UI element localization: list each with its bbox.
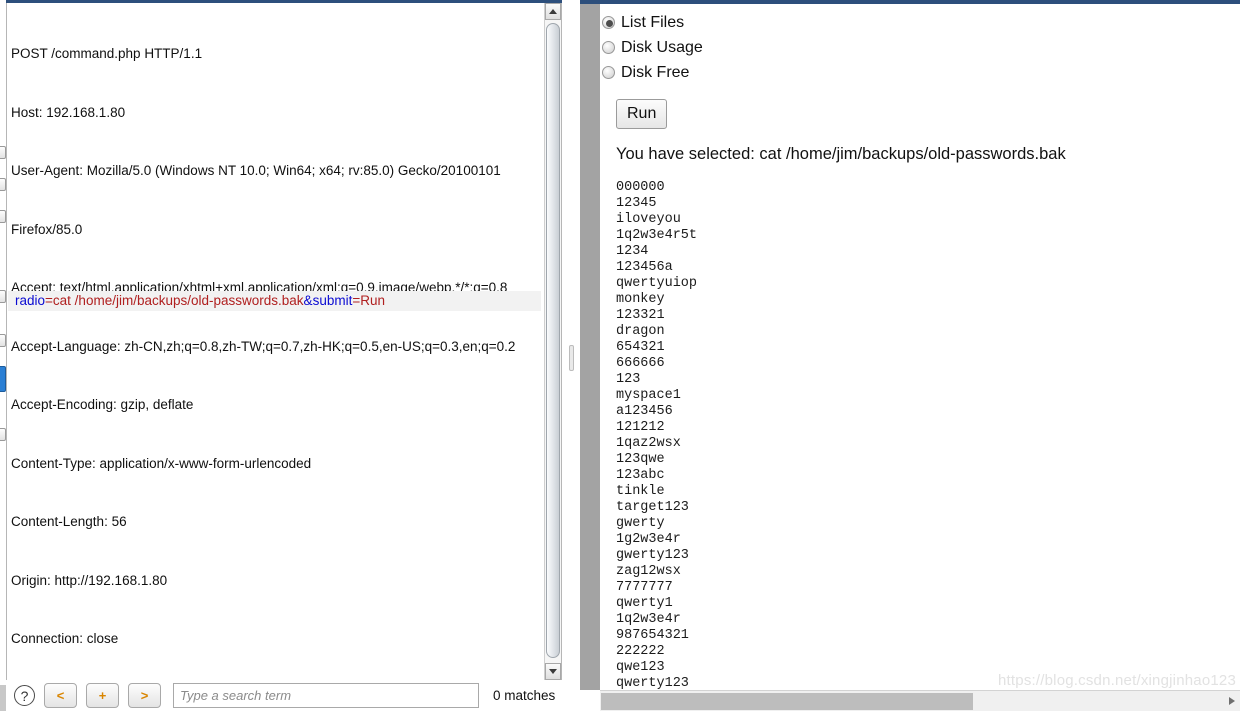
body-param1-name: radio [15,293,46,308]
watermark-text: https://blog.csdn.net/xingjinhao123 [998,672,1236,689]
http-request-panel: POST /command.php HTTP/1.1 Host: 192.168… [6,0,562,711]
password-line: iloveyou [616,212,681,227]
down-arrow-icon [549,669,557,674]
help-icon[interactable]: ? [14,685,35,706]
password-line: qwertyuiop [616,276,698,291]
password-line: 121212 [616,420,665,435]
match-count-label: 0 matches [493,688,556,703]
password-line: 1q2w3e4r [616,612,681,627]
scroll-up-button[interactable] [545,3,561,20]
body-ampersand: & [303,293,313,308]
password-line: 1g2w3e4r [616,532,681,547]
option-disk-free[interactable]: Disk Free [602,60,703,85]
password-line: gwerty [616,516,665,531]
password-line: 123abc [616,468,665,483]
selected-command-text: You have selected: cat /home/jim/backups… [616,145,1066,163]
password-line: 987654321 [616,628,689,643]
body-param1-value: cat /home/jim/backups/old-passwords.bak [52,293,304,308]
option-label-disk-usage: Disk Usage [621,38,703,56]
password-line: dragon [616,324,665,339]
password-line: 1234 [616,244,649,259]
password-line: 222222 [616,644,665,659]
response-horizontal-scrollbar[interactable] [600,690,1240,711]
password-line: target123 [616,500,689,515]
option-list-files[interactable]: List Files [602,10,703,35]
password-line: myspace1 [616,388,681,403]
password-line: qwerty1 [616,596,673,611]
request-line-7: Content-Type: application/x-www-form-url… [11,455,312,471]
password-line: a123456 [616,404,673,419]
body-eq1: = [45,293,53,308]
request-body-row: radio=cat /home/jim/backups/old-password… [8,291,541,311]
panel-splitter[interactable] [562,0,580,711]
password-line: 123321 [616,308,665,323]
request-vertical-scrollbar[interactable] [544,3,561,680]
next-match-button[interactable]: > [128,683,161,708]
password-line: 1q2w3e4r5t [616,228,698,243]
request-line-6: Accept-Encoding: gzip, deflate [11,397,194,412]
option-label-list-files: List Files [621,13,685,31]
request-line-9: Origin: http://192.168.1.80 [11,572,168,588]
password-line: 666666 [616,356,665,371]
request-line-8: Content-Length: 56 [11,514,127,529]
password-line: zag12wsx [616,564,681,579]
request-line-10: Connection: close [11,631,119,646]
body-param2-value: Run [360,293,385,308]
password-line: tinkle [616,484,665,499]
request-line-5: Accept-Language: zh-CN,zh;q=0.8,zh-TW;q=… [11,338,516,354]
splitter-grip[interactable] [569,345,574,371]
request-line-0: POST /command.php HTTP/1.1 [11,46,203,61]
request-line-3: Firefox/85.0 [11,221,83,237]
command-php-page: List Files Disk Usage Disk Free Run You … [600,4,1240,690]
password-line: 123qwe [616,452,665,467]
screen-root: / \ / POST /command.php HTTP/1.1 Host: 1… [0,0,1240,711]
password-line: 12345 [616,196,657,211]
command-options-group: List Files Disk Usage Disk Free [602,10,703,85]
response-left-gutter [580,4,600,690]
horizontal-scrollbar-thumb[interactable] [601,693,973,710]
up-arrow-icon [549,9,557,14]
scrollbar-thumb[interactable] [546,23,560,658]
request-line-2: User-Agent: Mozilla/5.0 (Windows NT 10.0… [11,163,501,178]
password-output-list: 000000 12345 iloveyou 1q2w3e4r5t 1234 123456a… [616,180,697,690]
right-arrow-icon[interactable] [1229,697,1235,705]
password-line: monkey [616,292,665,307]
search-toolbar: ? < + > 0 matches [6,680,562,711]
request-headers: POST /command.php HTTP/1.1 Host: 192.168… [11,5,541,680]
password-line: 1qaz2wsx [616,436,681,451]
option-disk-usage[interactable]: Disk Usage [602,35,703,60]
radio-icon-list-files[interactable] [602,16,615,29]
password-line: qwerty123 [616,676,689,690]
body-param2-name: submit [312,293,353,308]
request-text-area[interactable]: POST /command.php HTTP/1.1 Host: 192.168… [6,3,562,680]
password-line: qwe123 [616,660,665,675]
password-line: 123 [616,372,641,387]
request-line-1: Host: 192.168.1.80 [11,104,126,120]
previous-match-button[interactable]: < [44,683,77,708]
run-button[interactable]: Run [616,99,668,129]
radio-icon-disk-free[interactable] [602,66,615,79]
password-line: gwerty123 [616,548,689,563]
rendered-response-panel: List Files Disk Usage Disk Free Run You … [580,0,1240,711]
option-label-disk-free: Disk Free [621,63,690,81]
add-search-button[interactable]: + [86,683,119,708]
password-line: 654321 [616,340,665,355]
search-input[interactable] [173,683,479,708]
radio-icon-disk-usage[interactable] [602,41,615,54]
password-line: 000000 [616,180,665,195]
scroll-down-button[interactable] [545,663,561,680]
password-line: 123456a [616,260,673,275]
password-line: 7777777 [616,580,673,595]
